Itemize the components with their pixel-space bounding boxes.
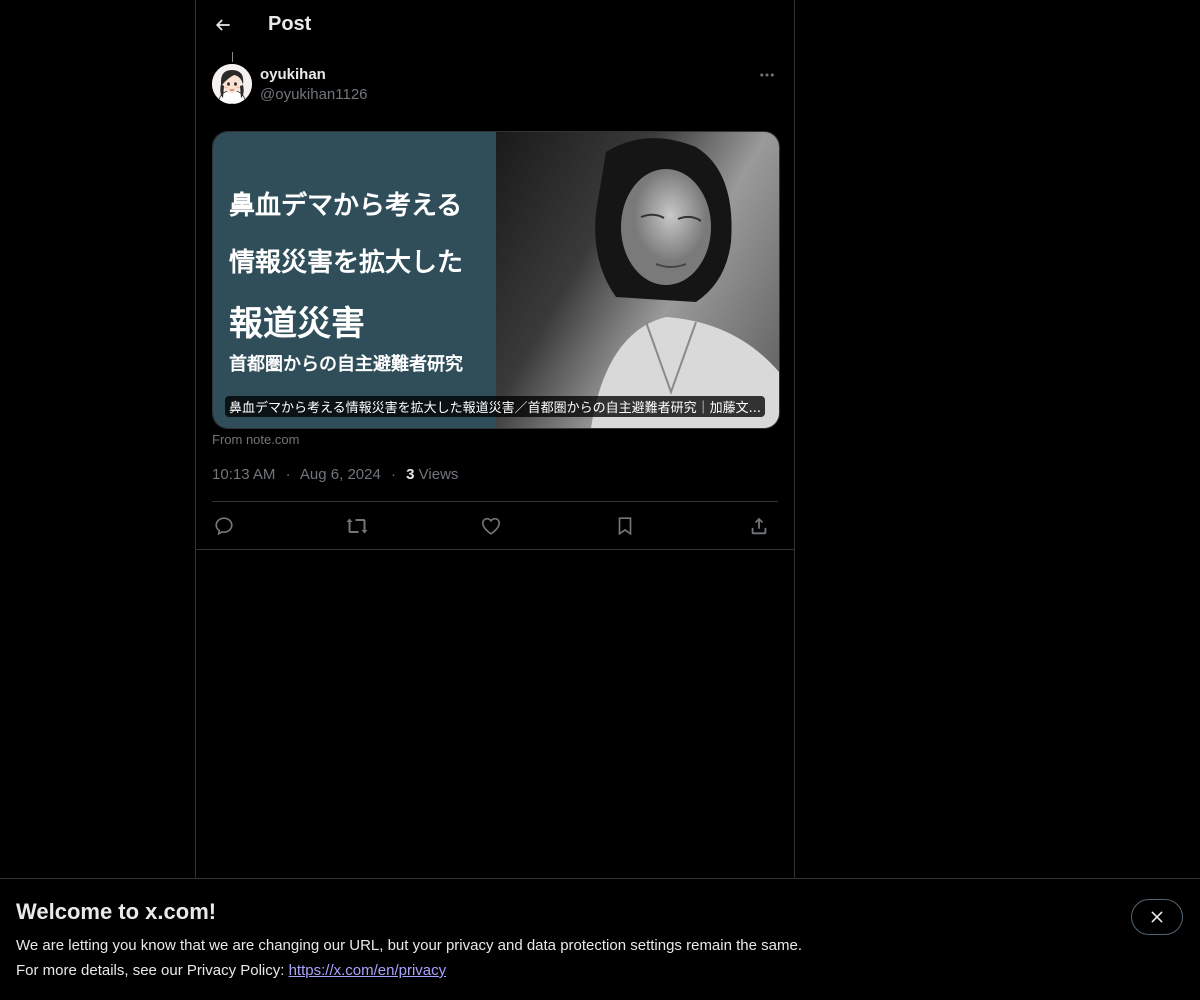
post-time[interactable]: 10:13 AM (212, 466, 275, 483)
like-button[interactable] (479, 514, 503, 538)
post-action-bar (212, 502, 778, 549)
banner-policy-prefix: For more details, see our Privacy Policy… (16, 962, 289, 979)
portrait-photo (591, 138, 779, 428)
primary-column: Post oyukihan @oyukihan1126 鼻血デマから考える 情報… (195, 0, 795, 880)
page: Post oyukihan @oyukihan1126 鼻血デマから考える 情報… (0, 0, 1200, 1000)
card-title-caption: 鼻血デマから考える情報災害を拡大した報道災害／首都圏からの自主避難者研究｜加藤文… (225, 396, 766, 417)
banner-message: We are letting you know that we are chan… (16, 937, 802, 954)
post-header: Post (196, 0, 794, 53)
close-icon (1149, 909, 1165, 925)
share-button[interactable] (747, 514, 771, 538)
author-display-name[interactable]: oyukihan (260, 66, 326, 83)
reply-icon (213, 515, 235, 537)
post-metadata: 10:13 AM · Aug 6, 2024 · 3 Views (212, 466, 458, 483)
repost-button[interactable] (345, 514, 369, 538)
views-label: Views (418, 466, 459, 483)
card-image-photo (496, 132, 779, 428)
avatar-illustration (212, 64, 252, 104)
meta-separator: · (390, 466, 396, 483)
card-source-domain[interactable]: From note.com (212, 432, 299, 447)
like-icon (480, 515, 502, 537)
post-date[interactable]: Aug 6, 2024 (300, 466, 381, 483)
card-image-line: 鼻血デマから考える (229, 191, 463, 221)
banner-title: Welcome to x.com! (16, 899, 217, 924)
card-image-line: 情報災害を拡大した (229, 248, 464, 278)
card-image-text-panel: 鼻血デマから考える 情報災害を拡大した 報道災害 首都圏からの自主避難者研究 (213, 132, 496, 428)
post-author: oyukihan @oyukihan1126 (212, 64, 778, 108)
arrow-left-icon (213, 15, 233, 35)
share-icon (748, 515, 770, 537)
page-title: Post (268, 13, 312, 35)
link-card[interactable]: 鼻血デマから考える 情報災害を拡大した 報道災害 首都圏からの自主避難者研究 鼻… (212, 131, 780, 429)
meta-separator: · (285, 466, 291, 483)
card-image-line: 報道災害 (229, 304, 365, 344)
more-options-button[interactable] (756, 64, 778, 86)
close-banner-button[interactable] (1131, 899, 1183, 935)
banner-policy-line: For more details, see our Privacy Policy… (16, 962, 446, 979)
back-button[interactable] (206, 8, 240, 42)
views-count: 3 (406, 466, 415, 483)
author-handle[interactable]: @oyukihan1126 (260, 86, 368, 103)
avatar[interactable] (212, 64, 252, 104)
privacy-policy-link[interactable]: https://x.com/en/privacy (289, 962, 447, 979)
bookmark-icon (614, 515, 636, 537)
repost-icon (345, 514, 369, 538)
url-change-banner: Welcome to x.com! We are letting you kno… (0, 878, 1200, 1000)
reply-button[interactable] (212, 514, 236, 538)
divider (196, 549, 794, 550)
bookmark-button[interactable] (613, 514, 637, 538)
more-horizontal-icon (758, 66, 776, 84)
thread-connector-line (232, 52, 233, 62)
card-image-line: 首都圏からの自主避難者研究 (229, 354, 463, 375)
